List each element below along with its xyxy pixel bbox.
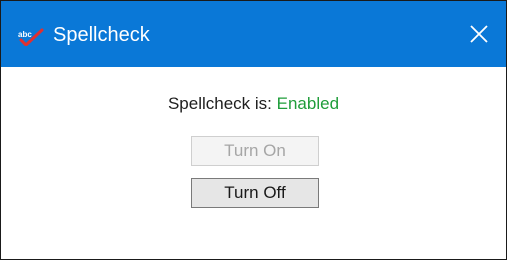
spellcheck-dialog: abc Spellcheck Spellcheck is: Enabled Tu… [0,0,507,260]
turn-on-button[interactable]: Turn On [191,136,319,166]
close-button[interactable] [452,1,506,67]
spellcheck-status: Spellcheck is: Enabled [1,93,506,115]
turn-off-button[interactable]: Turn Off [191,178,319,208]
dialog-content: Spellcheck is: Enabled Turn On Turn Off [1,67,506,259]
window-title: Spellcheck [53,24,150,46]
status-label: Spellcheck is: [167,94,272,113]
svg-text:abc: abc [18,30,32,39]
close-icon [470,25,488,43]
spellcheck-abc-icon: abc [18,28,44,47]
title-bar: abc Spellcheck [1,1,506,67]
status-value: Enabled [276,94,340,113]
